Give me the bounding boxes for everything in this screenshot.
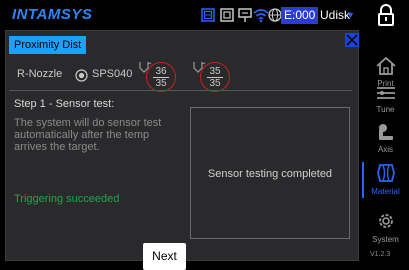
sensor-radio[interactable] [75,69,88,87]
step-title: Step 1 - Sensor test: [14,98,115,110]
temp-target: 35 [155,78,167,89]
gear-icon [375,214,397,234]
trigger-status: Triggering succeeded [14,193,120,205]
temp-target: 35 [209,78,221,89]
home-icon [375,56,397,78]
sensor-name: SPS040 [92,68,133,80]
version-label: V1.2.3 [370,251,391,258]
sidebar-item-label: Material [371,187,400,196]
axis-icon [375,124,397,144]
nozzle-label: R-Nozzle [17,68,63,80]
close-icon [346,34,358,46]
nozzle-temp-1: 36 35 [146,62,176,92]
error-code-badge[interactable]: E:000 [281,7,319,24]
close-button[interactable] [345,33,359,47]
lock-button[interactable] [362,4,409,28]
sidebar-item-label: Axis [377,145,394,154]
sidebar-item-label: Tune [376,105,395,114]
next-button[interactable]: Next [143,243,186,270]
sidebar-item-material[interactable]: Material [362,162,409,196]
sidebar-item-axis[interactable]: Axis [362,122,409,154]
dialog-title-tab: Proximity Dist [9,36,87,54]
chevron-down-icon[interactable]: ▼ [346,10,355,20]
network-port-icon[interactable] [237,8,253,23]
spool-icon [375,164,397,186]
nozzle-temp-2: 35 35 [200,62,230,92]
result-text: Sensor testing completed [207,168,333,180]
divider [9,90,352,91]
sidebar: Print Tune Axis Material System [362,0,409,262]
active-indicator [362,162,364,198]
image-icon[interactable] [201,8,215,23]
globe-icon[interactable] [268,8,282,23]
brand-logo: INTAMSYS [12,6,93,23]
wifi-icon[interactable] [253,8,269,23]
temp-current: 35 [207,66,223,78]
step-description: The system will do sensor test automatic… [14,117,162,153]
sidebar-item-system[interactable]: System [362,210,409,244]
sidebar-item-tune[interactable]: Tune [362,84,409,114]
camera-icon[interactable] [220,8,234,23]
lock-icon [377,4,395,28]
sidebar-item-label: System [372,235,399,244]
sliders-icon [375,87,397,104]
temp-current: 36 [153,66,169,78]
